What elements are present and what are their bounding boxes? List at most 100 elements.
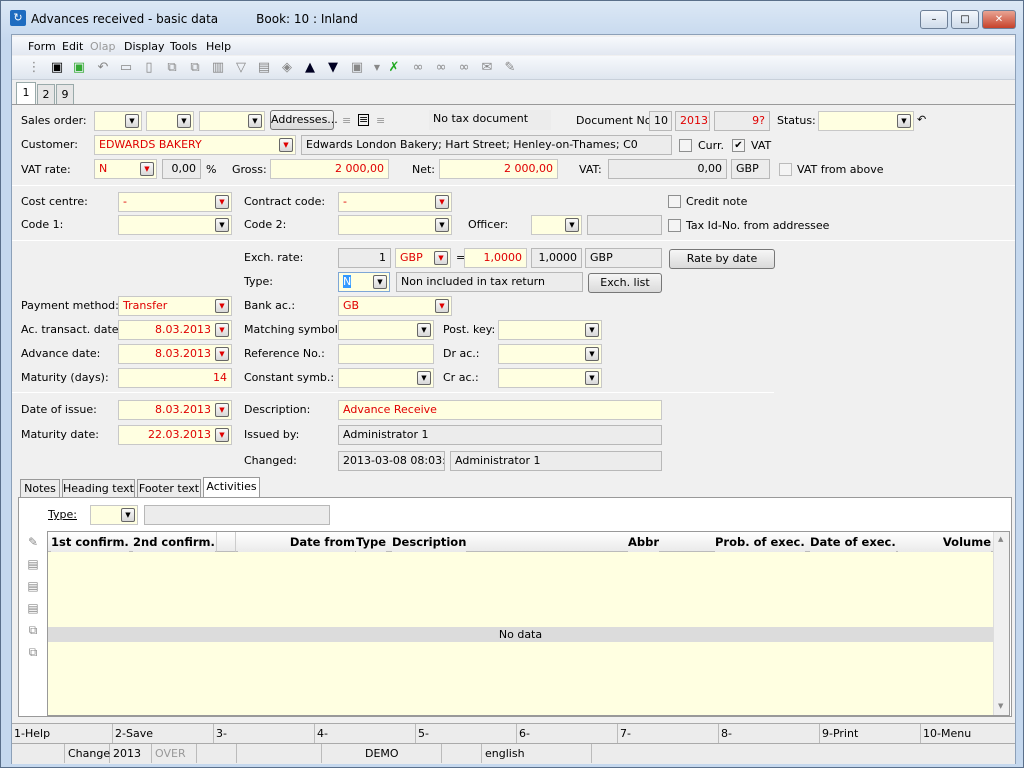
dropdown-icon[interactable]: ▼ (215, 347, 229, 361)
dropdown-icon[interactable]: ▼ (435, 195, 449, 209)
addresses-button[interactable]: Addresses... (270, 110, 338, 130)
undo-icon[interactable]: ↶ (94, 59, 112, 77)
fkey-6[interactable]: 6- (517, 724, 618, 743)
edit-row-icon[interactable]: ✎ (25, 535, 41, 551)
tab-activities[interactable]: Activities (203, 477, 260, 498)
column-header[interactable]: 2nd confirm. (133, 532, 215, 552)
find-next-icon[interactable]: ∞ (432, 59, 450, 77)
code1-combo[interactable]: ▼ (118, 215, 232, 235)
excel-icon[interactable]: ✗ (385, 59, 403, 77)
curr-checkbox[interactable] (679, 139, 692, 152)
gross-field[interactable]: 2 000,00 (270, 159, 389, 179)
fkey-4[interactable]: 4- (315, 724, 416, 743)
scroll-up-icon[interactable]: ▲ (998, 535, 1003, 543)
activity-type-combo[interactable]: ▼ (90, 505, 138, 525)
officer-combo[interactable]: ▼ (531, 215, 582, 235)
menu-tools[interactable]: Tools (170, 40, 197, 53)
menu-display[interactable]: Display (124, 40, 165, 53)
scroll-down-icon[interactable]: ▼ (998, 702, 1003, 710)
column-header[interactable]: Abbr (628, 532, 660, 552)
dropdown-icon[interactable]: ▼ (565, 218, 579, 232)
mail-icon[interactable]: ✉ (478, 59, 496, 77)
matching-symbol-combo[interactable]: ▼ (338, 320, 434, 340)
dropdown-icon[interactable]: ▼ (248, 114, 262, 128)
ac-transact-date-combo[interactable]: 8.03.2013 ▼ (118, 320, 232, 340)
net-field[interactable]: 2 000,00 (439, 159, 558, 179)
type-combo[interactable]: N ▼ (338, 272, 390, 292)
date-of-issue-combo[interactable]: 8.03.2013 ▼ (118, 400, 232, 420)
paste-row-icon[interactable]: ⧉ (25, 645, 41, 661)
dropdown-icon[interactable]: ▼ (140, 162, 154, 176)
sales-order-type-combo[interactable]: ▼ (94, 111, 142, 131)
cost-centre-combo[interactable]: - ▼ (118, 192, 232, 212)
add-row-icon[interactable]: ▤ (25, 557, 41, 573)
edit-icon[interactable]: ✎ (501, 59, 519, 77)
dropdown-icon[interactable]: ▼ (121, 508, 135, 522)
dropdown-icon[interactable]: ▼ (215, 428, 229, 442)
credit-note-checkbox[interactable] (668, 195, 681, 208)
exch-list-button[interactable]: Exch. list (588, 273, 662, 293)
fkey-menu[interactable]: 10-Menu (921, 724, 1015, 743)
activities-grid[interactable]: 1st confirm. 2nd confirm. Date from Type… (47, 531, 1010, 716)
fkey-print[interactable]: 9-Print (820, 724, 921, 743)
dr-ac-combo[interactable]: ▼ (498, 344, 602, 364)
tab-footer-text[interactable]: Footer text (137, 479, 201, 498)
stack-icon[interactable]: ◈ (278, 59, 296, 77)
arrow-up-icon[interactable]: ▲ (301, 59, 319, 77)
column-header[interactable]: Type (356, 532, 387, 552)
new-icon[interactable]: ▯ (140, 59, 158, 77)
dropdown-icon[interactable]: ▼ (215, 323, 229, 337)
fkey-3[interactable]: 3- (214, 724, 315, 743)
column-header[interactable]: Prob. of exec. (715, 532, 805, 552)
contract-code-combo[interactable]: - ▼ (338, 192, 452, 212)
align-right-icon[interactable]: ≡ (376, 114, 385, 127)
tree-icon[interactable]: ⋮ (25, 59, 43, 77)
dropdown-icon[interactable]: ▼ (434, 251, 448, 265)
vat-rate-combo[interactable]: N ▼ (94, 159, 157, 179)
dropdown-icon[interactable]: ▼ (585, 347, 599, 361)
dropdown-icon[interactable]: ▼ (373, 275, 387, 289)
maximize-button[interactable]: □ (951, 10, 979, 29)
post-key-combo[interactable]: ▼ (498, 320, 602, 340)
description-field[interactable]: Advance Receive (338, 400, 662, 420)
fkey-help[interactable]: 1-Help (12, 724, 113, 743)
binoculars-icon[interactable]: ∞ (409, 59, 427, 77)
dropdown-icon[interactable]: ▼ (417, 371, 431, 385)
advance-date-combo[interactable]: 8.03.2013 ▼ (118, 344, 232, 364)
maturity-days-field[interactable]: 14 (118, 368, 232, 388)
copy-row-icon[interactable]: ⧉ (25, 623, 41, 639)
menu-help[interactable]: Help (206, 40, 231, 53)
dropdown-icon[interactable]: ▼ (585, 371, 599, 385)
menu-form[interactable]: Form (28, 40, 56, 53)
arrow-down-icon[interactable]: ▼ (324, 59, 342, 77)
paste-icon[interactable]: ⧉ (186, 59, 204, 77)
dropdown-icon[interactable]: ▼ (215, 218, 229, 232)
dropdown-icon[interactable]: ▼ (585, 323, 599, 337)
payment-method-combo[interactable]: Transfer ▼ (118, 296, 232, 316)
column-header[interactable]: Volume (898, 532, 991, 552)
constant-symb-combo[interactable]: ▼ (338, 368, 434, 388)
sales-order-year-combo[interactable]: ▼ (146, 111, 194, 131)
exch-rate-field[interactable]: 1,0000 (464, 248, 527, 268)
dropdown-icon[interactable]: ▼ (215, 299, 229, 313)
dropdown-icon[interactable]: ▼ (125, 114, 139, 128)
tab-notes[interactable]: Notes (20, 479, 60, 498)
dropdown-icon[interactable]: ▼ (435, 218, 449, 232)
code2-combo[interactable]: ▼ (338, 215, 452, 235)
rate-by-date-button[interactable]: Rate by date (669, 249, 775, 269)
dropdown-icon[interactable]: ▼ (215, 195, 229, 209)
filter-list-icon[interactable]: ▤ (255, 59, 273, 77)
column-header[interactable]: Description (392, 532, 467, 552)
save-export-icon[interactable]: ▣ (70, 59, 88, 77)
bank-ac-combo[interactable]: GB ▼ (338, 296, 452, 316)
maturity-date-combo[interactable]: 22.03.2013 ▼ (118, 425, 232, 445)
fkey-5[interactable]: 5- (416, 724, 517, 743)
dropdown-icon[interactable]: ▼ (215, 403, 229, 417)
exch-currency-combo[interactable]: GBP ▼ (395, 248, 451, 268)
fkey-7[interactable]: 7- (618, 724, 719, 743)
dropdown-icon[interactable]: ▼ (435, 299, 449, 313)
chevron-down-icon[interactable]: ▼ (368, 59, 386, 77)
delete-row-icon[interactable]: ▤ (25, 601, 41, 617)
status-combo[interactable]: ▼ (818, 111, 914, 131)
sales-order-number-combo[interactable]: ▼ (199, 111, 265, 131)
